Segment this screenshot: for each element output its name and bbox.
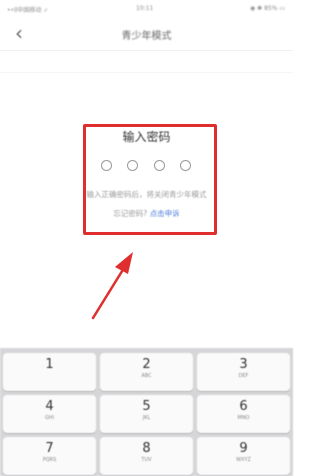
key-8[interactable]: 8 TUV: [100, 437, 193, 475]
page-title: 青少年模式: [121, 31, 172, 42]
key-4[interactable]: 4 GHI: [3, 395, 96, 433]
numeric-keypad: 1 2 ABC 3 DEF 4 GHI 5 JKL 6 MNO 7 PQRS 8…: [0, 348, 293, 476]
key-5[interactable]: 5 JKL: [100, 395, 193, 433]
carrier-label: ••ll中国移动 ✓: [7, 7, 49, 14]
key-2[interactable]: 2 ABC: [100, 353, 193, 391]
key-7[interactable]: 7 PQRS: [3, 437, 96, 475]
annotation-highlight-box: [83, 124, 217, 235]
key-3[interactable]: 3 DEF: [197, 353, 290, 391]
status-bar: ••ll中国移动 ✓ 10:11 ◉ ✱ 85% ▭: [0, 0, 293, 16]
battery-indicator: ◉ ✱ 85% ▭: [250, 5, 285, 12]
divider: [0, 72, 293, 73]
navigation-bar: ‹ 青少年模式: [0, 18, 293, 51]
key-6[interactable]: 6 MNO: [197, 395, 290, 433]
clock-label: 10:11: [136, 5, 154, 12]
key-1[interactable]: 1: [3, 353, 96, 391]
key-9[interactable]: 9 WXYZ: [197, 437, 290, 475]
